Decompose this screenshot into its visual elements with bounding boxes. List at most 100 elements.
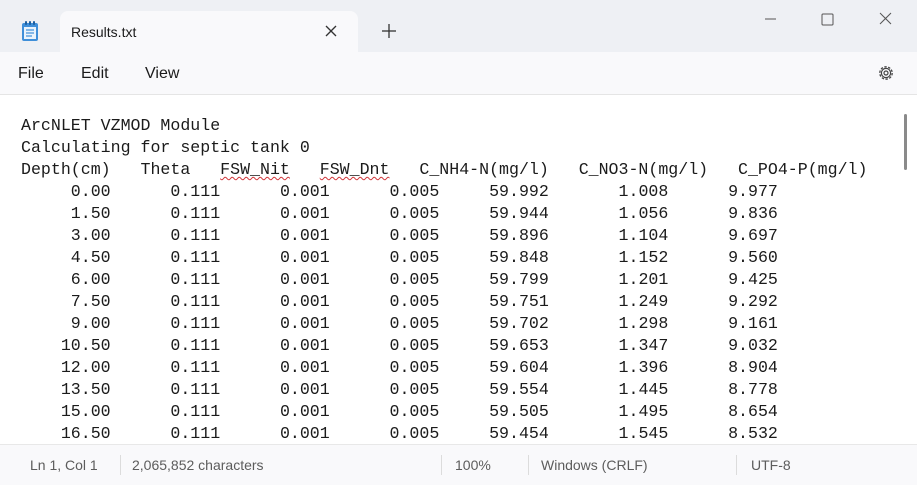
menu-edit[interactable]: Edit (81, 65, 109, 83)
character-count: 2,065,852 characters (132, 457, 264, 473)
table-cell: 0.005 (389, 424, 440, 443)
table-cell: 9.032 (728, 336, 778, 355)
close-icon[interactable] (876, 10, 896, 30)
text-line-title: ArcNLET VZMOD Module (21, 115, 867, 137)
column-header-nh4: C_NH4-N(mg/l) (419, 160, 549, 179)
cursor-position: Ln 1, Col 1 (30, 457, 98, 473)
tab-title: Results.txt (71, 24, 137, 40)
table-cell: 0.111 (170, 182, 221, 201)
table-cell: 0.001 (279, 336, 330, 355)
notepad-icon (22, 21, 38, 41)
table-cell: 0.111 (170, 226, 221, 245)
table-row: 16.50 0.111 0.001 0.005 59.454 1.545 8.5… (21, 423, 867, 444)
table-cell: 7.50 (70, 292, 111, 311)
table-row: 3.00 0.111 0.001 0.005 59.896 1.104 9.69… (21, 225, 867, 247)
table-cell: 0.005 (389, 204, 440, 223)
column-header-no3: C_NO3-N(mg/l) (578, 160, 709, 179)
table-cell: 59.751 (489, 292, 549, 311)
table-cell: 9.425 (728, 270, 778, 289)
tab-results[interactable]: Results.txt (60, 11, 358, 52)
table-row: 1.50 0.111 0.001 0.005 59.944 1.056 9.83… (21, 203, 867, 225)
line-ending[interactable]: Windows (CRLF) (541, 457, 648, 473)
menu-file[interactable]: File (18, 65, 44, 83)
table-cell: 59.702 (489, 314, 549, 333)
menu-view[interactable]: View (145, 65, 179, 83)
table-cell: 4.50 (70, 248, 111, 267)
table-cell: 0.111 (170, 292, 221, 311)
menu-bar: File Edit View (0, 52, 917, 95)
table-cell: 0.001 (279, 424, 330, 443)
maximize-icon[interactable] (818, 10, 838, 30)
table-row: 0.00 0.111 0.001 0.005 59.992 1.008 9.97… (21, 181, 867, 203)
table-cell: 13.50 (60, 380, 111, 399)
table-row: 4.50 0.111 0.001 0.005 59.848 1.152 9.56… (21, 247, 867, 269)
table-cell: 0.001 (279, 270, 330, 289)
table-cell: 0.001 (279, 226, 330, 245)
table-cell: 8.532 (728, 424, 778, 443)
table-cell: 0.111 (170, 314, 221, 333)
table-cell: 0.111 (170, 204, 221, 223)
text-line-calc-content: Calculating for septic tank 0 (21, 138, 310, 157)
table-cell: 8.904 (728, 358, 778, 377)
table-cell: 1.008 (618, 182, 669, 201)
vertical-scrollbar[interactable] (904, 114, 907, 170)
table-cell: 9.00 (70, 314, 111, 333)
table-cell: 1.056 (618, 204, 669, 223)
table-cell: 59.799 (489, 270, 549, 289)
table-cell: 0.005 (389, 314, 440, 333)
table-row: 12.00 0.111 0.001 0.005 59.604 1.396 8.9… (21, 357, 867, 379)
table-cell: 1.347 (618, 336, 669, 355)
table-cell: 0.111 (170, 270, 221, 289)
column-header-po4: C_PO4-P(mg/l) (738, 160, 868, 179)
table-cell: 10.50 (60, 336, 111, 355)
table-cell: 8.654 (728, 402, 778, 421)
table-cell: 59.896 (489, 226, 549, 245)
encoding[interactable]: UTF-8 (751, 457, 791, 473)
table-cell: 6.00 (70, 270, 111, 289)
table-cell: 0.001 (279, 204, 330, 223)
plus-icon[interactable] (380, 22, 398, 40)
status-divider (441, 455, 442, 475)
table-row: 6.00 0.111 0.001 0.005 59.799 1.201 9.42… (21, 269, 867, 291)
text-editor[interactable]: ArcNLET VZMOD Module Calculating for sept… (0, 96, 917, 444)
table-cell: 0.005 (389, 270, 440, 289)
table-cell: 0.001 (279, 182, 330, 201)
table-cell: 0.00 (70, 182, 111, 201)
table-cell: 1.545 (618, 424, 669, 443)
column-header-depth: Depth(cm) (21, 160, 111, 179)
table-cell: 0.005 (389, 182, 440, 201)
table-cell: 0.005 (389, 380, 440, 399)
table-cell: 1.495 (618, 402, 669, 421)
table-cell: 59.604 (489, 358, 549, 377)
table-cell: 59.992 (489, 182, 549, 201)
table-cell: 1.152 (618, 248, 669, 267)
table-cell: 0.111 (170, 380, 221, 399)
close-icon[interactable] (322, 22, 340, 40)
zoom-level[interactable]: 100% (455, 457, 491, 473)
table-cell: 15.00 (60, 402, 111, 421)
table-cell: 1.50 (70, 204, 111, 223)
table-cell: 0.005 (389, 226, 440, 245)
table-cell: 59.653 (489, 336, 549, 355)
table-cell: 0.005 (389, 292, 440, 311)
column-header-fsw_nit: FSW_Nit (220, 160, 290, 179)
table-cell: 59.505 (489, 402, 549, 421)
status-divider (528, 455, 529, 475)
table-cell: 1.104 (618, 226, 669, 245)
table-cell: 0.001 (279, 358, 330, 377)
table-cell: 9.161 (728, 314, 778, 333)
table-cell: 1.396 (618, 358, 669, 377)
header-line: Depth(cm) Theta FSW_Nit FSW_Dnt C_NH4-N(… (21, 159, 867, 181)
document-text[interactable]: ArcNLET VZMOD Module Calculating for sept… (21, 115, 867, 444)
table-cell: 9.836 (728, 204, 778, 223)
gear-icon[interactable] (876, 63, 896, 83)
table-cell: 0.111 (170, 336, 221, 355)
table-cell: 16.50 (60, 424, 111, 443)
table-cell: 0.001 (279, 248, 330, 267)
table-row: 7.50 0.111 0.001 0.005 59.751 1.249 9.29… (21, 291, 867, 313)
column-header-theta: Theta (140, 160, 191, 179)
table-row: 10.50 0.111 0.001 0.005 59.653 1.347 9.0… (21, 335, 867, 357)
text-line-calc: Calculating for septic tank 0 (21, 137, 867, 159)
status-divider (736, 455, 737, 475)
minimize-icon[interactable] (761, 10, 781, 30)
